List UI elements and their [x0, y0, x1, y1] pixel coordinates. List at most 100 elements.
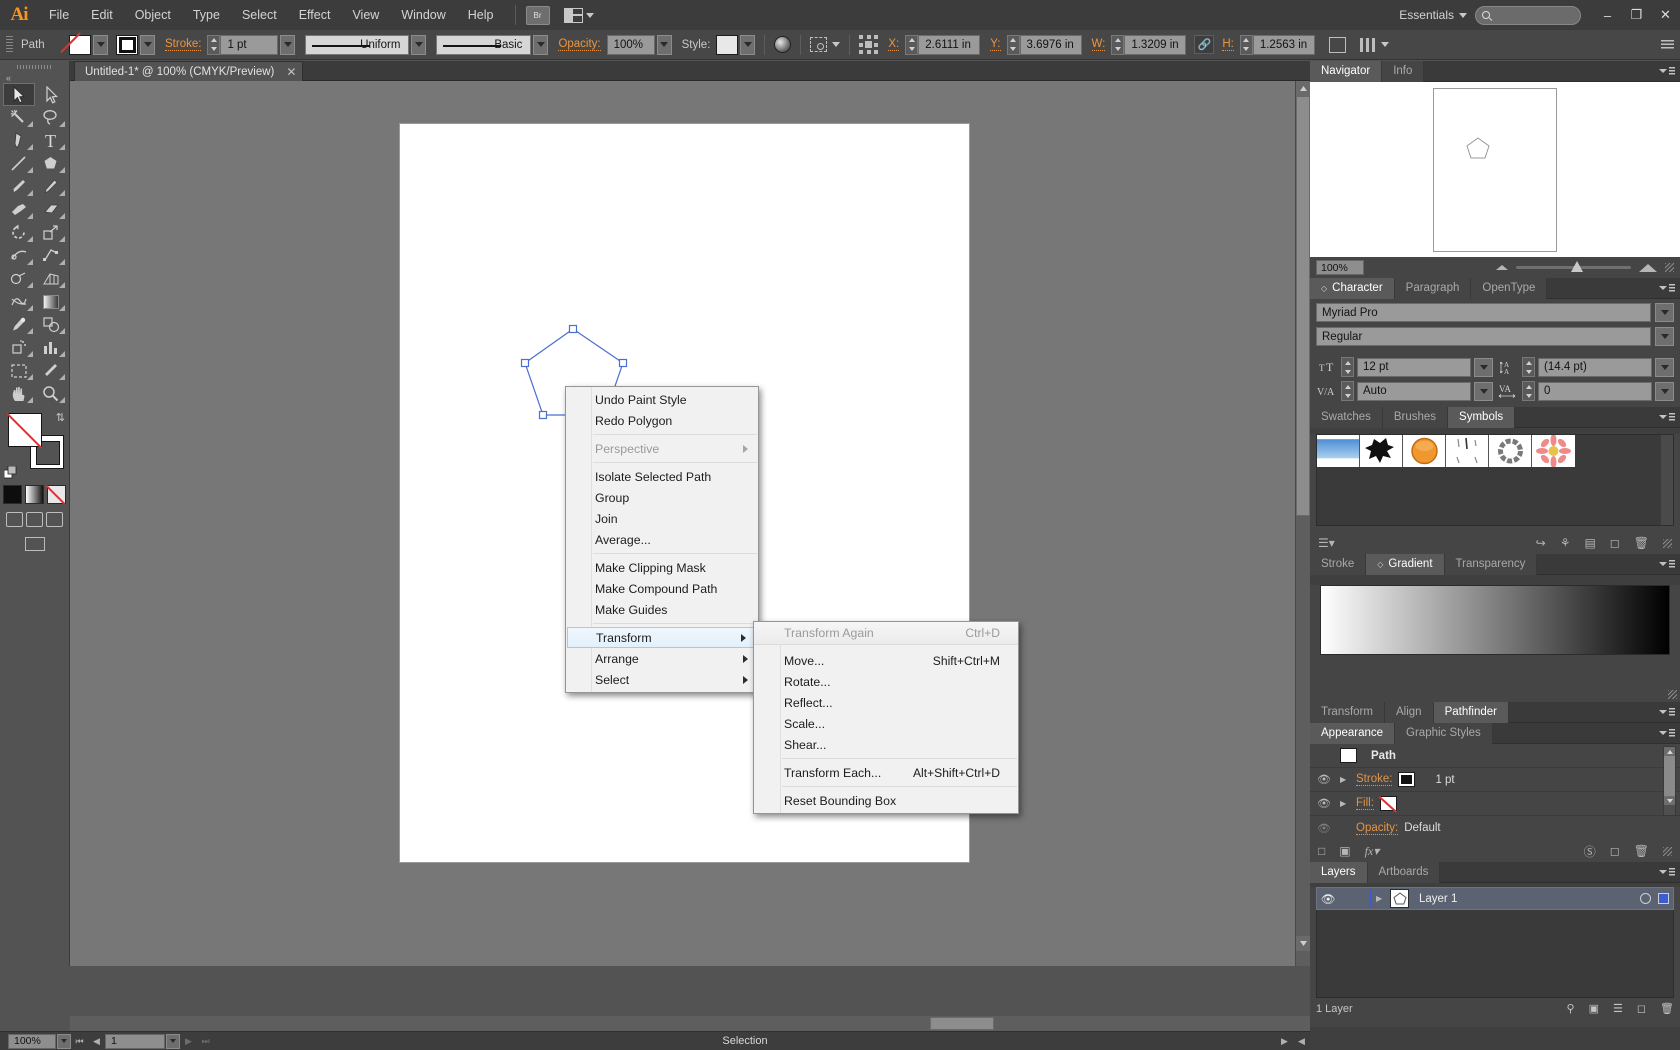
w-stepper[interactable]	[1111, 35, 1124, 55]
tab-symbols[interactable]: Symbols	[1448, 407, 1515, 428]
font-style-input[interactable]: Regular	[1316, 327, 1651, 346]
symbols-panel-menu-icon[interactable]	[1659, 411, 1675, 423]
artboard-tool[interactable]	[3, 359, 35, 382]
menu-item-select[interactable]: Select	[566, 669, 758, 690]
menu-effect[interactable]: Effect	[288, 0, 342, 30]
zoom-level-input[interactable]: 100%	[8, 1034, 56, 1049]
navigator-zoom-input[interactable]: 100%	[1316, 260, 1364, 275]
clear-appearance-icon[interactable]: Ⓢ	[1584, 843, 1596, 860]
tab-pathfinder[interactable]: Pathfinder	[1434, 702, 1509, 723]
appearance-fill-row[interactable]: 👁 ▶ Fill:	[1310, 792, 1680, 816]
appearance-opacity-row[interactable]: 👁 Opacity: Default	[1310, 816, 1680, 840]
fill-swatch[interactable]	[69, 35, 91, 55]
align-icon[interactable]	[1329, 37, 1346, 53]
tab-transparency[interactable]: Transparency	[1445, 554, 1538, 575]
chevron-down-icon[interactable]	[832, 42, 840, 47]
submenu-item-reflect[interactable]: Reflect...	[754, 692, 1018, 713]
brush-dropdown[interactable]	[533, 35, 548, 55]
appearance-scroll-down-arrow[interactable]	[1664, 796, 1675, 805]
canvas-vertical-scrollbar[interactable]	[1295, 81, 1310, 966]
rectangle-tool[interactable]	[35, 152, 67, 175]
font-style-dropdown[interactable]	[1655, 327, 1674, 346]
first-artboard-button[interactable]: ⏮	[71, 1033, 88, 1050]
arrange-documents-button[interactable]	[564, 8, 594, 23]
font-size-stepper[interactable]	[1341, 357, 1354, 377]
menu-item-arrange[interactable]: Arrange	[566, 648, 758, 669]
tab-brushes[interactable]: Brushes	[1383, 407, 1448, 428]
isolate-selection-icon[interactable]	[810, 37, 827, 52]
visibility-eye-icon[interactable]: 👁	[1314, 797, 1334, 810]
opacity-label[interactable]: Opacity:	[558, 38, 600, 51]
chevron-down-icon[interactable]	[1381, 42, 1389, 47]
duplicate-item-icon[interactable]: ◻	[1610, 844, 1620, 858]
zoom-tool[interactable]	[35, 382, 67, 405]
y-input[interactable]: 3.6976 in	[1020, 35, 1082, 55]
shape-builder-tool[interactable]	[3, 267, 35, 290]
place-symbol-instance-icon[interactable]: ↪	[1536, 536, 1546, 550]
line-segment-tool[interactable]	[3, 152, 35, 175]
scroll-up-arrow[interactable]	[1296, 81, 1311, 96]
fill-color-control[interactable]	[69, 35, 108, 55]
tab-paragraph[interactable]: Paragraph	[1395, 278, 1472, 299]
artboard-number-input[interactable]: 1	[105, 1034, 165, 1049]
tools-panel-grip[interactable]	[0, 61, 69, 73]
create-new-layer-icon[interactable]: ◻	[1637, 1002, 1646, 1015]
menu-object[interactable]: Object	[124, 0, 182, 30]
scale-tool[interactable]	[35, 221, 67, 244]
magic-wand-tool[interactable]	[3, 106, 35, 129]
gradient-button[interactable]	[25, 485, 44, 504]
menu-view[interactable]: View	[341, 0, 390, 30]
swap-fill-stroke-icon[interactable]: ⇅	[56, 411, 65, 424]
column-graph-tool[interactable]	[35, 336, 67, 359]
appearance-opacity-label[interactable]: Opacity:	[1356, 822, 1398, 835]
add-new-effect-icon[interactable]: fx▾	[1365, 844, 1380, 859]
symbol-item[interactable]	[1360, 435, 1403, 467]
layer-row[interactable]: 👁 ▶ Layer 1	[1316, 887, 1674, 910]
menu-edit[interactable]: Edit	[80, 0, 124, 30]
submenu-item-rotate[interactable]: Rotate...	[754, 671, 1018, 692]
transform-submenu[interactable]: Transform Again Ctrl+D Move... Shift+Ctr…	[753, 621, 1019, 814]
appearance-opacity-value[interactable]: Default	[1404, 822, 1440, 834]
kerning-dropdown[interactable]	[1474, 382, 1493, 401]
workspace-switcher[interactable]: Essentials	[1391, 8, 1475, 22]
next-artboard-button[interactable]: ▶	[180, 1033, 197, 1050]
symbol-item[interactable]	[1403, 435, 1446, 467]
type-tool[interactable]: T	[35, 129, 67, 152]
gradient-tool[interactable]	[35, 290, 67, 313]
minimize-button[interactable]: –	[1593, 0, 1622, 30]
symbols-resize-grip[interactable]	[1663, 539, 1672, 548]
context-menu[interactable]: Undo Paint Style Redo Polygon Perspectiv…	[565, 386, 759, 693]
locate-object-icon[interactable]: ⚲	[1567, 1002, 1575, 1015]
paintbrush-tool[interactable]	[3, 175, 35, 198]
default-fill-stroke-icon[interactable]	[4, 466, 17, 479]
fill-dropdown-button[interactable]	[93, 35, 108, 55]
tab-navigator[interactable]: Navigator	[1310, 61, 1382, 82]
h-stepper[interactable]	[1240, 35, 1253, 55]
submenu-item-transform-each[interactable]: Transform Each... Alt+Shift+Ctrl+D	[754, 762, 1018, 783]
menu-item-average[interactable]: Average...	[566, 529, 758, 550]
appearance-stroke-weight[interactable]: 1 pt	[1435, 774, 1454, 786]
layer-selection-indicator[interactable]	[1658, 893, 1669, 904]
create-sublayer-icon[interactable]: ☰	[1613, 1002, 1623, 1015]
symbol-item[interactable]	[1446, 435, 1489, 467]
tracking-dropdown[interactable]	[1655, 382, 1674, 401]
tab-info[interactable]: Info	[1382, 61, 1424, 82]
layers-panel-menu-icon[interactable]	[1659, 866, 1675, 878]
appearance-stroke-row[interactable]: 👁 ▶ Stroke: 1 pt	[1310, 768, 1680, 792]
none-button[interactable]	[47, 485, 66, 504]
font-size-input[interactable]: 12 pt	[1357, 358, 1471, 377]
lasso-tool[interactable]	[35, 106, 67, 129]
hand-tool[interactable]	[3, 382, 35, 405]
canvas-horizontal-scrollbar[interactable]	[70, 1016, 1310, 1031]
width-tool[interactable]	[3, 244, 35, 267]
kerning-stepper[interactable]	[1341, 381, 1354, 401]
tracking-stepper[interactable]	[1522, 381, 1535, 401]
variable-width-profile[interactable]: Uniform	[305, 35, 409, 55]
menu-item-group[interactable]: Group	[566, 487, 758, 508]
status-resize-arrow[interactable]: ◀	[1293, 1033, 1310, 1050]
maximize-button[interactable]: ❐	[1622, 0, 1651, 30]
h-input[interactable]: 1.2563 in	[1253, 35, 1315, 55]
navigator-resize-grip[interactable]	[1665, 263, 1674, 272]
recolor-artwork-icon[interactable]	[774, 36, 791, 53]
stroke-weight-stepper[interactable]	[207, 35, 220, 55]
